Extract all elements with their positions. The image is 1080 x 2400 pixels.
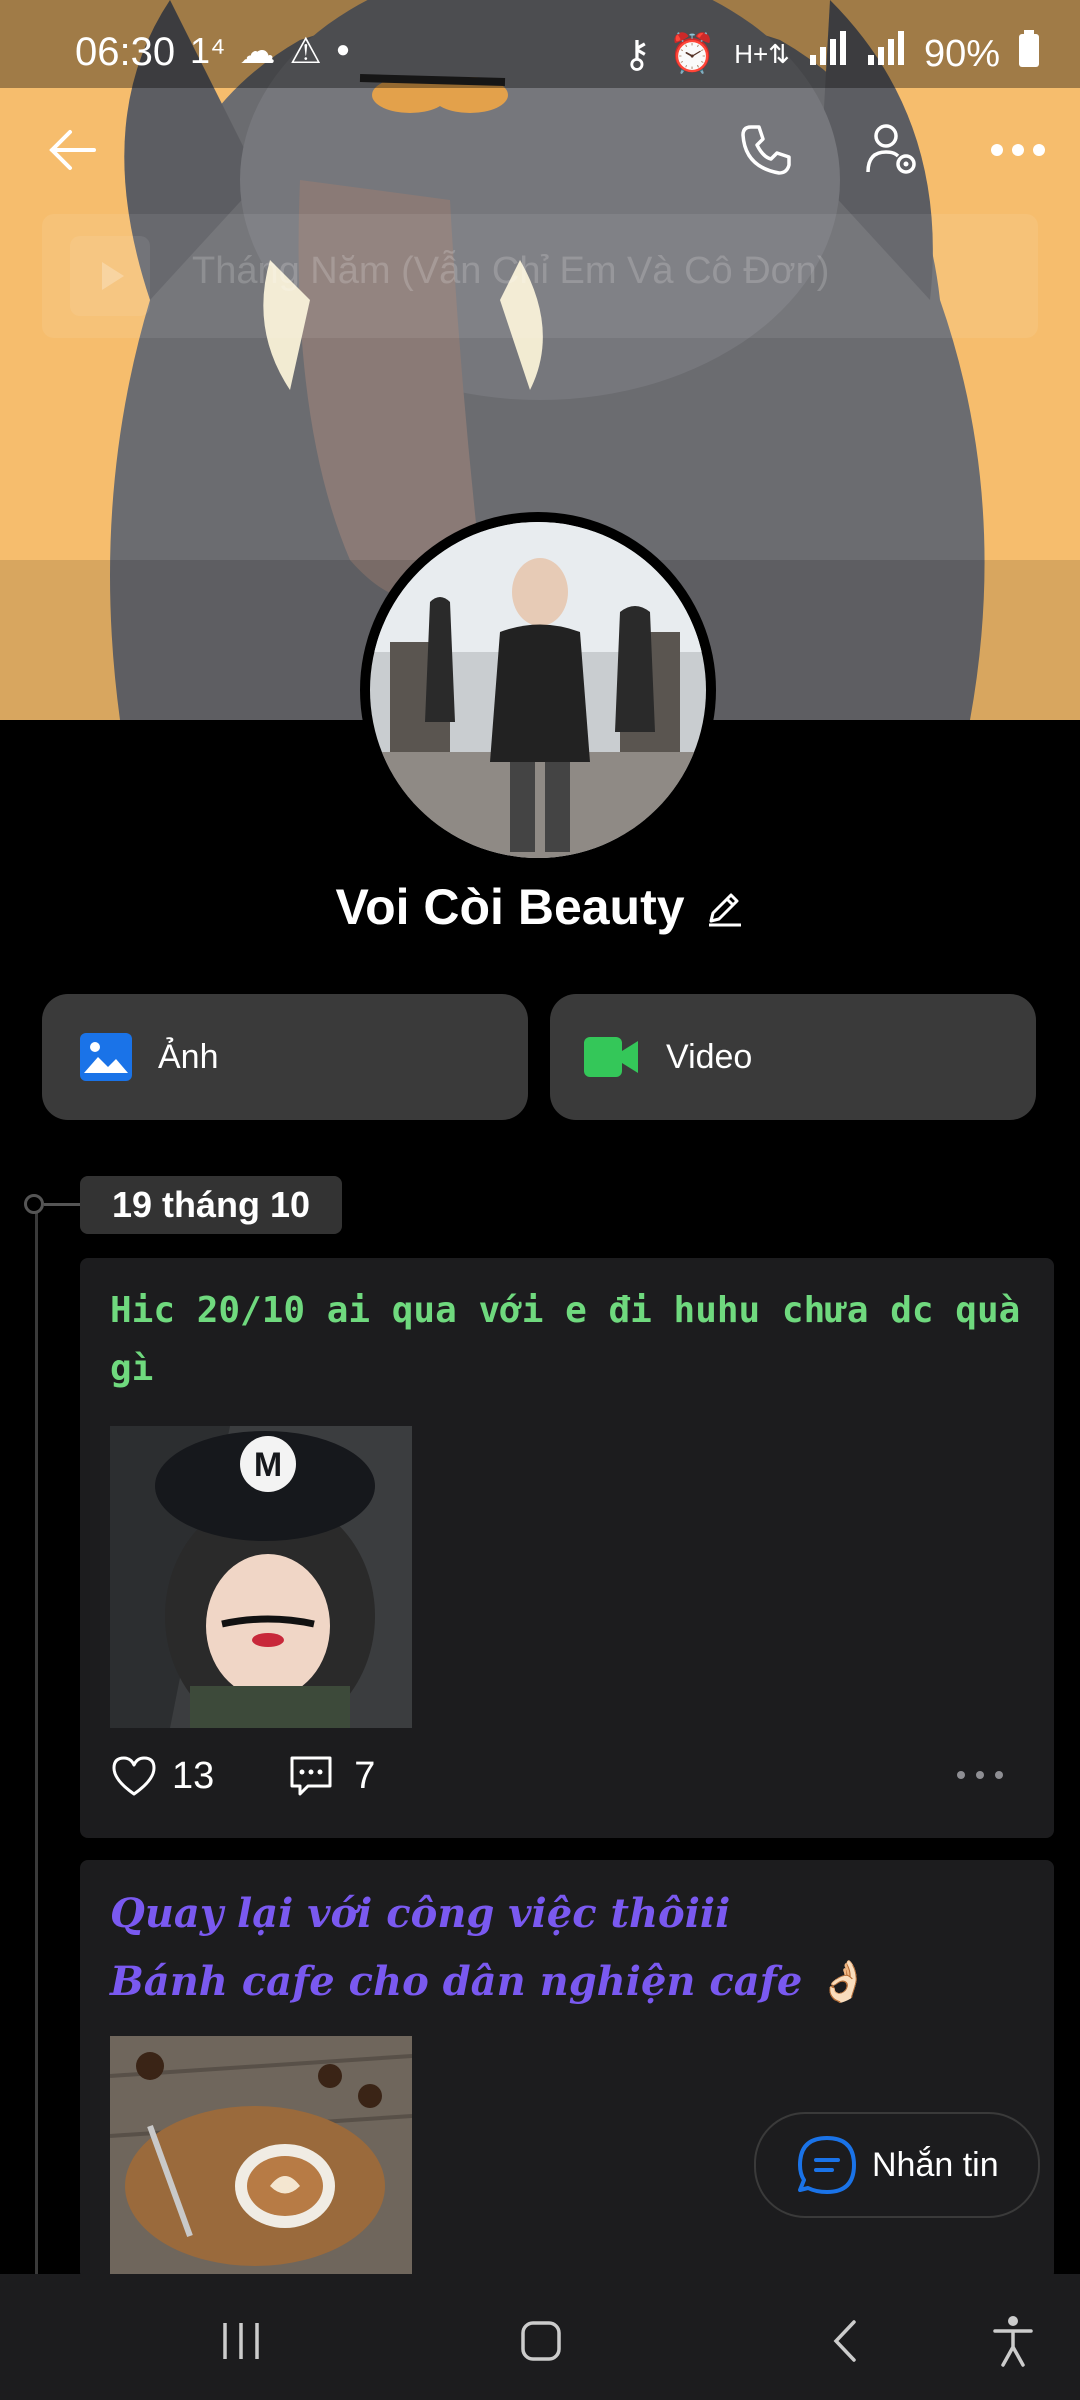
message-button[interactable]: Nhắn tin xyxy=(754,2112,1040,2218)
post-text: Quay lại với công việc thôiii Bánh cafe … xyxy=(110,1880,1030,2016)
signal-icon xyxy=(808,31,848,77)
accessibility-icon xyxy=(993,2316,1033,2367)
alarm-icon: ⏰ xyxy=(668,33,717,75)
more-options-button[interactable] xyxy=(978,110,1058,190)
profile-music-bar[interactable]: Tháng Năm (Vẫn Chỉ Em Và Cô Đơn) xyxy=(42,214,1038,338)
post-photo xyxy=(110,2036,412,2280)
signal-icon-2 xyxy=(866,31,906,77)
key-icon: ⚷ xyxy=(623,33,651,76)
comment-icon xyxy=(290,1756,332,1796)
accessibility-button[interactable] xyxy=(968,2296,1058,2386)
status-notifications: 1⁴ ☁ ⚠ ● xyxy=(190,30,350,72)
recent-apps-button[interactable] xyxy=(196,2296,286,2386)
post-image[interactable] xyxy=(110,2036,412,2280)
video-camera-icon xyxy=(584,1037,638,1077)
photo-icon xyxy=(80,1033,132,1081)
battery-percent: 90% xyxy=(923,32,1000,75)
music-play-button[interactable] xyxy=(70,236,150,316)
timeline-dot xyxy=(24,1194,44,1214)
chevron-left-icon xyxy=(833,2320,856,2362)
status-system-icons: ⚷ ⏰ H+⇅ 90% xyxy=(623,30,1040,78)
post-image[interactable]: M xyxy=(110,1426,412,1728)
cloud-icon: ☁ xyxy=(239,30,276,71)
status-bar: 06:30 1⁴ ☁ ⚠ ● ⚷ ⏰ H+⇅ 90% xyxy=(0,0,1080,88)
nav-back-button[interactable] xyxy=(800,2296,890,2386)
like-count: 13 xyxy=(172,1754,215,1797)
post-text-line: Quay lại với công việc thôiii xyxy=(110,1890,731,1937)
profile-name-row: Voi Còi Beauty xyxy=(0,878,1080,936)
warning-icon: ⚠ xyxy=(289,30,322,71)
post-more-button[interactable] xyxy=(956,1767,1004,1785)
back-arrow-icon xyxy=(49,130,96,170)
phone-icon xyxy=(741,125,791,175)
post-text: Hic 20/10 ai qua với e đi huhu chưa dc q… xyxy=(110,1290,1021,1389)
post-card[interactable]: Hic 20/10 ai qua với e đi huhu chưa dc q… xyxy=(80,1258,1054,1838)
system-nav-bar xyxy=(0,2274,1080,2400)
chat-bubble-icon xyxy=(798,2136,856,2194)
back-button[interactable] xyxy=(32,110,112,190)
profile-top-bar xyxy=(0,100,1080,200)
home-icon xyxy=(521,2321,561,2361)
like-button[interactable]: 13 xyxy=(110,1754,214,1798)
profile-avatar[interactable] xyxy=(360,512,716,868)
data-transfer-icon: H+⇅ xyxy=(734,38,790,69)
play-icon xyxy=(102,262,124,290)
notification-count: 1⁴ xyxy=(190,30,226,71)
dot-icon: ● xyxy=(335,36,351,63)
photos-label: Ảnh xyxy=(158,1037,219,1076)
music-title: Tháng Năm (Vẫn Chỉ Em Và Cô Đơn) xyxy=(192,250,830,292)
post-photo: M xyxy=(110,1426,412,1728)
photos-button[interactable]: Ảnh xyxy=(42,994,528,1120)
post-actions: 13 7 xyxy=(110,1746,1030,1806)
user-settings-icon xyxy=(866,124,916,174)
timeline-date-chip: 19 tháng 10 xyxy=(80,1176,343,1234)
videos-label: Video xyxy=(666,1037,753,1076)
post-text-line: Bánh cafe cho dân nghiện cafe 👌🏻 xyxy=(110,1958,867,2005)
status-time: 06:30 xyxy=(75,30,176,74)
edit-pencil-icon[interactable] xyxy=(705,887,745,927)
recents-icon xyxy=(223,2323,259,2359)
comment-count: 7 xyxy=(354,1754,376,1797)
profile-name: Voi Còi Beauty xyxy=(335,879,685,935)
more-dots-icon xyxy=(991,144,1045,156)
timeline-connector xyxy=(44,1203,80,1206)
timeline-line xyxy=(35,1205,38,2275)
message-button-label: Nhắn tin xyxy=(872,2145,999,2184)
profile-settings-button[interactable] xyxy=(852,110,932,190)
battery-icon xyxy=(1018,30,1040,78)
avatar-photo xyxy=(370,522,706,858)
home-button[interactable] xyxy=(496,2296,586,2386)
more-dots-icon xyxy=(957,1771,1003,1779)
heart-icon xyxy=(112,1756,156,1796)
videos-button[interactable]: Video xyxy=(550,994,1036,1120)
svg-text:M: M xyxy=(254,1446,282,1484)
call-button[interactable] xyxy=(726,110,806,190)
comment-button[interactable]: 7 xyxy=(288,1754,375,1798)
